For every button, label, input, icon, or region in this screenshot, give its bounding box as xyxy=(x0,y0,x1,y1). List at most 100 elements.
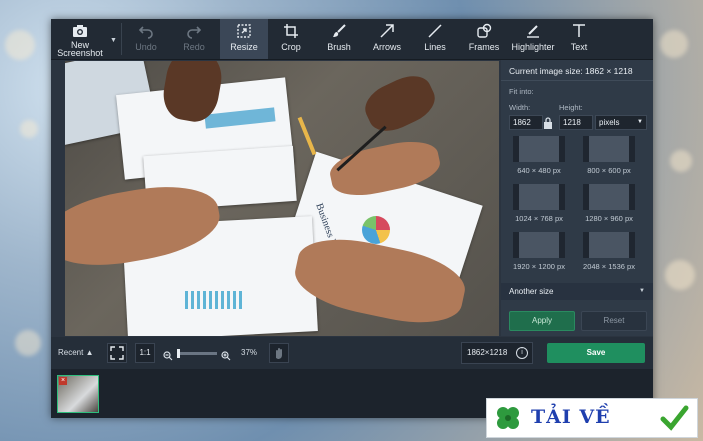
lock-icon[interactable] xyxy=(543,116,553,129)
hand-tool-icon[interactable] xyxy=(269,343,289,363)
zoom-out-icon[interactable] xyxy=(163,348,173,366)
close-icon[interactable]: × xyxy=(59,377,67,385)
zoom-in-icon[interactable] xyxy=(221,348,231,366)
brush-button[interactable]: Brush xyxy=(319,19,359,59)
info-icon[interactable]: i xyxy=(516,347,528,359)
new-screenshot-label: New Screenshot xyxy=(57,40,103,58)
preset-thumbnail xyxy=(583,232,635,258)
brush-label: Brush xyxy=(327,42,351,52)
preset-thumbnail xyxy=(583,184,635,210)
toolbar-divider xyxy=(121,23,122,55)
reset-button[interactable]: Reset xyxy=(581,311,647,331)
actual-size-label: 1:1 xyxy=(139,348,151,357)
preset-thumbnail xyxy=(513,184,565,210)
preset-label: 2048 × 1536 px xyxy=(583,262,635,271)
current-size-label: Current image size: 1862 × 1218 xyxy=(509,66,633,76)
preset-1024x768[interactable]: 1024 × 768 px xyxy=(509,184,569,228)
resize-panel: Current image size: 1862 × 1218 Fit into… xyxy=(501,60,653,336)
zoom-percent: 37% xyxy=(241,348,258,357)
preset-640x480[interactable]: 640 × 480 px xyxy=(509,136,569,180)
height-label: Height: xyxy=(559,103,583,112)
arrows-label: Arrows xyxy=(372,42,401,52)
save-button[interactable]: Save xyxy=(547,343,645,363)
preset-2048x1536[interactable]: 2048 × 1536 px xyxy=(579,232,639,276)
preset-thumbnail xyxy=(513,232,565,258)
brush-icon xyxy=(333,24,346,37)
another-size-dropdown[interactable]: Another size ▼ xyxy=(501,283,653,300)
fit-to-window-icon[interactable] xyxy=(107,343,127,363)
crop-label: Crop xyxy=(281,42,301,52)
undo-label: Undo xyxy=(135,42,157,52)
preset-label: 640 × 480 px xyxy=(517,166,561,175)
text-icon xyxy=(573,24,585,37)
height-field[interactable]: 1218 xyxy=(559,115,593,130)
zoom-slider-handle[interactable] xyxy=(177,349,180,358)
background-bokeh xyxy=(15,330,41,356)
undo-icon xyxy=(138,26,153,39)
resize-label: Resize xyxy=(230,42,258,52)
width-field[interactable]: 1862 xyxy=(509,115,543,130)
new-screenshot-button[interactable]: New Screenshot xyxy=(51,19,109,59)
redo-icon xyxy=(187,26,202,39)
preset-label: 1024 × 768 px xyxy=(515,214,563,223)
highlighter-button[interactable]: Highlighter xyxy=(508,19,558,59)
zoom-slider-track[interactable] xyxy=(177,352,217,355)
frames-label: Frames xyxy=(468,42,500,52)
lines-button[interactable]: Lines xyxy=(415,19,455,59)
recent-toggle[interactable]: Recent ▲ xyxy=(58,348,94,357)
another-size-label: Another size xyxy=(509,287,554,296)
background-bokeh xyxy=(660,30,688,58)
arrow-icon xyxy=(380,24,394,38)
text-button[interactable]: Text xyxy=(559,19,599,59)
chevron-down-icon: ▼ xyxy=(639,288,645,294)
resize-icon xyxy=(237,24,251,38)
toolbar: New Screenshot ▼ Undo Redo Resize Crop B… xyxy=(51,19,653,60)
frames-button[interactable]: Frames xyxy=(462,19,506,59)
lines-label: Lines xyxy=(424,42,446,52)
app-window: New Screenshot ▼ Undo Redo Resize Crop B… xyxy=(51,19,653,418)
image-canvas[interactable]: Business Report xyxy=(65,61,499,336)
redo-button[interactable]: Redo xyxy=(174,19,214,59)
preset-thumbnail xyxy=(583,136,635,162)
preset-1920x1200[interactable]: 1920 × 1200 px xyxy=(509,232,569,276)
highlighter-label: Highlighter xyxy=(511,42,555,52)
actual-size-button[interactable]: 1:1 xyxy=(135,343,155,363)
fit-into-label: Fit into: xyxy=(509,87,534,96)
preset-label: 1920 × 1200 px xyxy=(513,262,565,271)
preset-label: 1280 × 960 px xyxy=(585,214,633,223)
crop-button[interactable]: Crop xyxy=(271,19,311,59)
paper-pie-chart xyxy=(362,216,390,244)
recent-thumbnail[interactable]: × xyxy=(57,375,99,413)
clover-icon xyxy=(497,407,519,429)
panel-divider xyxy=(501,80,653,81)
preset-800x600[interactable]: 800 × 600 px xyxy=(579,136,639,180)
bottom-bar: Recent ▲ 1:1 37% 1862×1218 i Save xyxy=(51,337,653,369)
text-label: Text xyxy=(570,42,588,52)
arrows-button[interactable]: Arrows xyxy=(367,19,407,59)
watermark-logo: TẢI VỀ xyxy=(486,398,698,438)
paper-bar-chart xyxy=(185,291,245,309)
background-bokeh xyxy=(20,120,38,138)
frames-icon xyxy=(477,23,492,38)
undo-button[interactable]: Undo xyxy=(126,19,166,59)
line-icon xyxy=(428,24,442,38)
watermark-text: TẢI VỀ xyxy=(531,406,611,428)
apply-button[interactable]: Apply xyxy=(509,311,575,331)
resize-button[interactable]: Resize xyxy=(220,19,268,59)
image-dimensions-box: 1862×1218 i xyxy=(461,342,533,364)
preset-label: 800 × 600 px xyxy=(587,166,631,175)
crop-icon xyxy=(284,24,298,38)
checkmark-icon xyxy=(660,405,689,431)
image-dimensions: 1862×1218 xyxy=(467,348,508,357)
preset-1280x960[interactable]: 1280 × 960 px xyxy=(579,184,639,228)
unit-select[interactable]: pixels ▼ xyxy=(595,115,647,130)
chevron-down-icon[interactable]: ▼ xyxy=(110,37,118,45)
camera-icon xyxy=(73,25,87,37)
unit-select-value: pixels xyxy=(599,118,620,127)
background-bokeh xyxy=(670,150,692,172)
background-bokeh xyxy=(665,260,695,290)
preset-thumbnail xyxy=(513,136,565,162)
chevron-down-icon: ▼ xyxy=(637,119,643,125)
redo-label: Redo xyxy=(183,42,205,52)
width-label: Width: xyxy=(509,103,531,112)
